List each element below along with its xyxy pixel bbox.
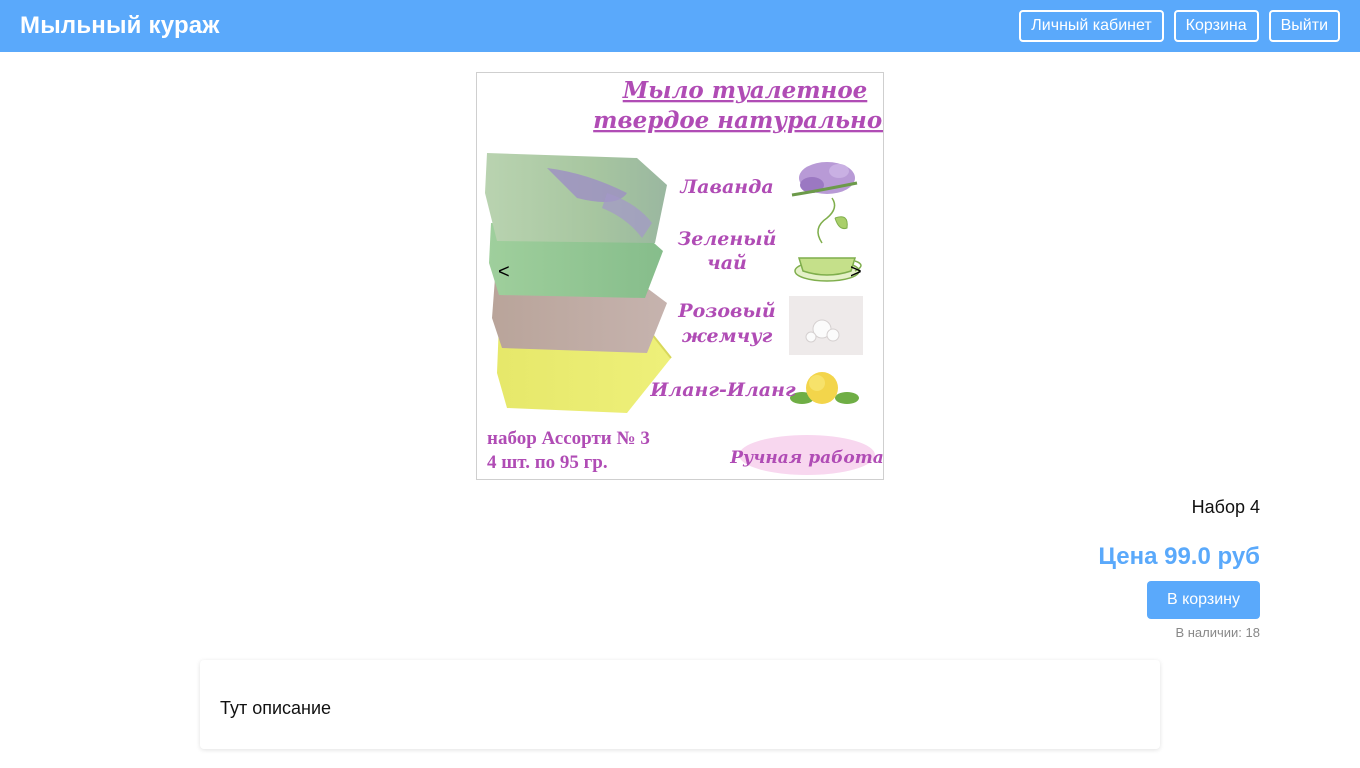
flavor-pearl-2: жемчуг	[682, 325, 773, 347]
soap-bars-illustration	[485, 153, 672, 413]
top-nav: Личный кабинет Корзина Выйти	[1019, 10, 1340, 42]
cart-button[interactable]: Корзина	[1173, 10, 1259, 42]
pearls-icon	[789, 296, 863, 355]
top-bar: Мыльный кураж Личный кабинет Корзина Вый…	[0, 0, 1360, 52]
set-label-line2: 4 шт. по 95 гр.	[487, 452, 608, 473]
account-button[interactable]: Личный кабинет	[1019, 10, 1164, 42]
flavor-pearl-1: Розовый	[677, 300, 775, 322]
product-description: Тут описание	[220, 698, 332, 718]
set-label-line1: набор Ассорти № 3	[487, 428, 650, 449]
product-price: Цена 99.0 руб	[1098, 543, 1260, 570]
ylang-flower-icon	[790, 372, 859, 404]
logout-button[interactable]: Выйти	[1268, 10, 1340, 42]
lavender-icon	[791, 162, 858, 197]
product-title: Набор 4	[1191, 497, 1260, 517]
carousel-next-button[interactable]: >	[850, 262, 862, 282]
flavor-green-tea-1: Зеленый	[678, 228, 777, 250]
handmade-text: Ручная работа	[729, 448, 883, 468]
add-to-cart-button[interactable]: В корзину	[1147, 581, 1260, 619]
image-title-line1: Мыло туалетное	[622, 77, 868, 104]
product-image-graphic: Мыло туалетное твердое натуральное Лаван…	[485, 77, 883, 475]
flavor-green-tea-2: чай	[707, 252, 747, 274]
image-title-line2: твердое натуральное	[593, 107, 883, 134]
description-card: Тут описание	[200, 660, 1160, 749]
stock-count: В наличии: 18	[1175, 625, 1260, 640]
flavor-lavender: Лаванда	[679, 176, 773, 198]
site-logo[interactable]: Мыльный кураж	[20, 12, 220, 40]
product-image: Мыло туалетное твердое натуральное Лаван…	[476, 72, 884, 480]
carousel-prev-button[interactable]: <	[498, 262, 510, 282]
flavor-ylang: Иланг-Иланг	[649, 379, 796, 401]
